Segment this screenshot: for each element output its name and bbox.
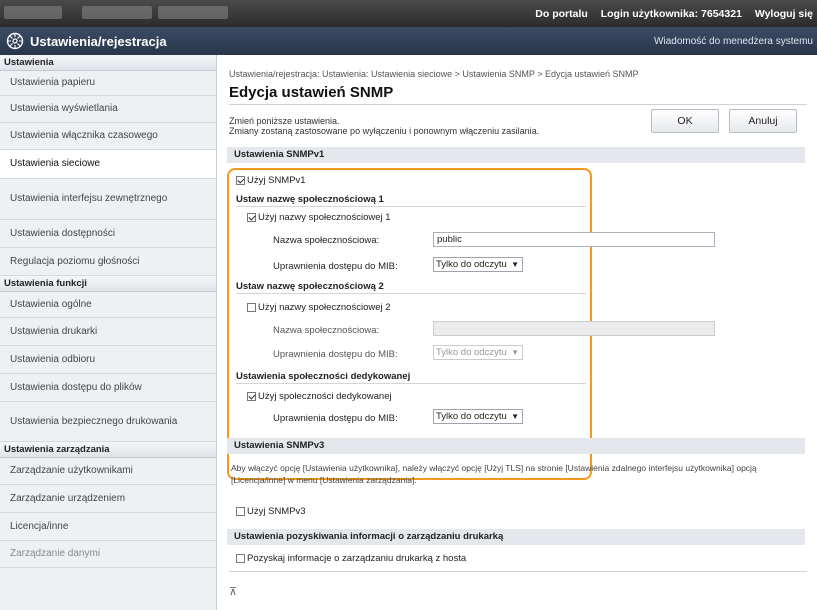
dedicated-header: Ustawienia społeczności dedykowanej [236, 371, 411, 382]
sidebar-section-settings: Ustawienia [0, 55, 216, 71]
community1-mib-select[interactable]: Tylko do odczytu ▼ [433, 257, 523, 272]
sidebar-section-function: Ustawienia funkcji [0, 276, 216, 292]
cancel-button[interactable]: Anuluj [729, 109, 797, 133]
community1-mib-label: Uprawnienia dostępu do MIB: [273, 261, 398, 272]
sidebar-item-license[interactable]: Licencja/inne [0, 513, 216, 541]
use-snmpv1-label: Użyj SNMPv1 [247, 175, 306, 186]
dedicated-mib-value: Tylko do odczytu [436, 411, 507, 422]
community2-divider [236, 293, 586, 294]
blurred-tab [158, 6, 228, 19]
use-community2-label: Użyj nazwy społecznościowej 2 [258, 302, 391, 313]
sidebar-item-accessibility[interactable]: Ustawienia dostępności [0, 220, 216, 248]
dedicated-mib-label: Uprawnienia dostępu do MIB: [273, 413, 398, 424]
sidebar-item-volume[interactable]: Regulacja poziomu głośności [0, 248, 216, 276]
community2-header: Ustaw nazwę społecznościową 2 [236, 281, 384, 292]
community2-name-label: Nazwa społecznościowa: [273, 325, 380, 336]
title-divider [229, 104, 807, 105]
sidebar-item-user-management[interactable]: Zarządzanie użytkownikami [0, 458, 216, 485]
intro-text: Zmień poniższe ustawienia. Zmiany zostan… [229, 116, 539, 136]
intro-line-1: Zmień poniższe ustawienia. [229, 116, 340, 126]
community1-header: Ustaw nazwę społecznościową 1 [236, 194, 384, 205]
chevron-down-icon: ▼ [511, 260, 519, 269]
community2-mib-value: Tylko do odczytu [436, 347, 507, 358]
printer-info-checkbox[interactable] [236, 554, 245, 563]
snmpv3-section-header: Ustawienia SNMPv3 [227, 438, 805, 454]
ok-button[interactable]: OK [651, 109, 719, 133]
blurred-tab [82, 6, 152, 19]
chevron-down-icon: ▼ [511, 412, 519, 421]
settings-globe-icon [6, 32, 24, 50]
bottom-divider [229, 571, 807, 572]
sidebar-item-file-access[interactable]: Ustawienia dostępu do plików [0, 374, 216, 402]
community2-mib-label: Uprawnienia dostępu do MIB: [273, 349, 398, 360]
community2-name-input[interactable] [433, 321, 715, 336]
sidebar-item-paper[interactable]: Ustawienia papieru [0, 71, 216, 96]
use-snmpv1-checkbox[interactable] [236, 176, 245, 185]
main-content: Ustawienia/rejestracja: Ustawienia: Usta… [217, 55, 817, 610]
dedicated-mib-select[interactable]: Tylko do odczytu ▼ [433, 409, 523, 424]
community1-divider [236, 206, 586, 207]
sidebar-item-display[interactable]: Ustawienia wyświetlania [0, 96, 216, 123]
use-snmpv3-label: Użyj SNMPv3 [247, 506, 306, 517]
breadcrumb: Ustawienia/rejestracja: Ustawienia: Usta… [229, 69, 639, 79]
use-snmpv3-checkbox[interactable] [236, 507, 245, 516]
app-title: Ustawienia/rejestracja [30, 34, 167, 49]
community1-name-label: Nazwa społecznościowa: [273, 235, 380, 246]
message-to-manager-link[interactable]: Wiadomość do menedżera systemu [654, 36, 813, 47]
portal-link[interactable]: Do portalu [535, 8, 588, 20]
community1-name-input[interactable]: public [433, 232, 715, 247]
sidebar-item-data-management[interactable]: Zarządzanie danymi [0, 541, 216, 568]
logout-link[interactable]: Wyloguj się [755, 8, 813, 20]
use-snmpv1-row[interactable]: Użyj SNMPv1 [236, 175, 306, 186]
community1-mib-value: Tylko do odczytu [436, 259, 507, 270]
sidebar-item-device-management[interactable]: Zarządzanie urządzeniem [0, 485, 216, 513]
use-community1-row[interactable]: Użyj nazwy społecznościowej 1 [247, 212, 391, 223]
top-links: Do portalu Login użytkownika: 7654321 Wy… [525, 8, 813, 20]
use-community2-checkbox[interactable] [247, 303, 256, 312]
use-community1-label: Użyj nazwy społecznościowej 1 [258, 212, 391, 223]
snmpv3-note: Aby włączyć opcję [Ustawienia użytkownik… [231, 463, 757, 485]
printer-info-label: Pozyskaj informacje o zarządzaniu drukar… [247, 553, 467, 564]
use-community2-row[interactable]: Użyj nazwy społecznościowej 2 [247, 302, 391, 313]
use-dedicated-checkbox[interactable] [247, 392, 256, 401]
chevron-down-icon: ▼ [511, 348, 519, 357]
sidebar-item-general[interactable]: Ustawienia ogólne [0, 292, 216, 318]
snmpv1-section-header: Ustawienia SNMPv1 [227, 147, 805, 163]
intro-line-2: Zmiany zostaną zastosowane po wyłączeniu… [229, 126, 540, 136]
use-snmpv3-row[interactable]: Użyj SNMPv3 [236, 506, 306, 517]
sidebar-item-external-interface[interactable]: Ustawienia interfejsu zewnętrznego [0, 179, 216, 220]
sidebar-item-network[interactable]: Ustawienia sieciowe [0, 150, 216, 179]
sidebar-item-timer[interactable]: Ustawienia włącznika czasowego [0, 123, 216, 150]
dedicated-divider [236, 383, 586, 384]
sidebar-section-management: Ustawienia zarządzania [0, 442, 216, 458]
printer-info-section-header: Ustawienia pozyskiwania informacji o zar… [227, 529, 805, 545]
community2-mib-select[interactable]: Tylko do odczytu ▼ [433, 345, 523, 360]
printer-info-row[interactable]: Pozyskaj informacje o zarządzaniu drukar… [236, 553, 466, 564]
use-dedicated-row[interactable]: Użyj społeczności dedykowanej [247, 391, 392, 402]
sidebar: Ustawienia Ustawienia papieru Ustawienia… [0, 55, 217, 610]
blurred-tab [4, 6, 62, 19]
top-bar: Do portalu Login użytkownika: 7654321 Wy… [0, 0, 817, 27]
sidebar-item-printer[interactable]: Ustawienia drukarki [0, 318, 216, 346]
login-info: Login użytkownika: 7654321 [600, 8, 742, 20]
sidebar-item-receive[interactable]: Ustawienia odbioru [0, 346, 216, 374]
scroll-to-top-icon[interactable]: ⊼ [229, 585, 237, 598]
title-bar: Ustawienia/rejestracja Wiadomość do mene… [0, 27, 817, 55]
sidebar-item-secure-print[interactable]: Ustawienia bezpiecznego drukowania [0, 402, 216, 442]
use-community1-checkbox[interactable] [247, 213, 256, 222]
use-dedicated-label: Użyj społeczności dedykowanej [258, 391, 392, 402]
page-title: Edycja ustawień SNMP [229, 84, 394, 101]
